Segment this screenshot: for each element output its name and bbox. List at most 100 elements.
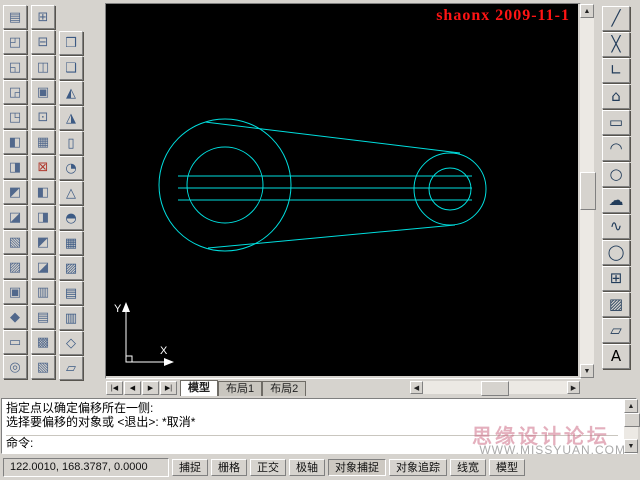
layout2-tab[interactable]: 布局2 xyxy=(262,380,307,396)
ruled-surface-button[interactable]: ▤ xyxy=(59,281,83,305)
insert-block-button[interactable]: ⊞ xyxy=(602,266,630,291)
toolbar-surfaces: ❒ ❑ ◭ ◮ ▯ ◔ △ ◓ ▦ ▨ ▤ ▥ ◇ ▱ xyxy=(59,31,83,380)
ellipse-button[interactable]: ◯ xyxy=(602,240,630,265)
ucs-origin-icon: ⊠ xyxy=(37,159,49,175)
named-ucs-button[interactable]: ▤ xyxy=(31,305,55,329)
ucs-previous-button[interactable]: ◫ xyxy=(31,55,55,79)
ucs-view-icon: ▦ xyxy=(36,134,50,150)
polar-button[interactable]: 极轴 xyxy=(289,458,325,476)
ucs-world-button[interactable]: ⊟ xyxy=(31,30,55,54)
construction-line-button[interactable]: ╳ xyxy=(602,32,630,57)
ucs-x-button[interactable]: ◩ xyxy=(31,230,55,254)
drawing-geometry xyxy=(158,118,487,252)
edge-surface-button[interactable]: ▨ xyxy=(59,256,83,280)
ucs-zaxis-button[interactable]: ◧ xyxy=(31,180,55,204)
ucs-view-button[interactable]: ▦ xyxy=(31,130,55,154)
ucs-3point-button[interactable]: ◨ xyxy=(31,205,55,229)
annotation-text: shaonx 2009-11-1 xyxy=(436,7,570,24)
layout-tab-row: |◀ ◀ ▶ ▶| 模型 布局1 布局2 ◀ ▶ xyxy=(106,379,580,396)
circle-button[interactable]: ○ xyxy=(602,162,630,187)
line-icon: ╱ xyxy=(611,9,621,27)
layout1-tab[interactable]: 布局1 xyxy=(218,380,263,396)
horizontal-scrollbar[interactable]: ◀ ▶ xyxy=(410,381,580,396)
ucs-object-button[interactable]: ⊡ xyxy=(31,105,55,129)
command-scroll-thumb[interactable] xyxy=(624,413,640,427)
pan-button[interactable]: ◆ xyxy=(3,305,27,329)
scroll-down-button[interactable]: ▼ xyxy=(580,364,594,378)
model-space-button[interactable]: 模型 xyxy=(489,458,525,476)
vertical-scroll-thumb[interactable] xyxy=(580,172,596,210)
ne-isometric-button[interactable]: ▧ xyxy=(3,230,27,254)
ucs-z-button[interactable]: ▥ xyxy=(31,280,55,304)
se-isometric-button[interactable]: ◪ xyxy=(3,205,27,229)
model-tab[interactable]: 模型 xyxy=(180,379,218,396)
scroll-right-button[interactable]: ▶ xyxy=(567,381,580,394)
command-scroll-down-button[interactable]: ▼ xyxy=(624,439,638,453)
command-scroll-up-button[interactable]: ▲ xyxy=(624,399,638,413)
polygon-button[interactable]: ⌂ xyxy=(602,84,630,109)
wedge-surface-button[interactable]: ❑ xyxy=(59,56,83,80)
command-prompt[interactable]: 命令: xyxy=(6,435,618,451)
dish-surface-button[interactable]: ◓ xyxy=(59,206,83,230)
box-surface-button[interactable]: ❒ xyxy=(59,31,83,55)
drawing-canvas[interactable]: shaonx 2009-11-1 Y X xyxy=(106,4,578,376)
right-view-button[interactable]: ◳ xyxy=(3,105,27,129)
line-button[interactable]: ╱ xyxy=(602,6,630,31)
ortho-button[interactable]: 正交 xyxy=(250,458,286,476)
named-views-button[interactable]: ▤ xyxy=(3,5,27,29)
cone-surface-button[interactable]: ◭ xyxy=(59,81,83,105)
ucs-face-button[interactable]: ▣ xyxy=(31,80,55,104)
horizontal-scroll-track[interactable] xyxy=(423,381,567,396)
region-button[interactable]: ▱ xyxy=(602,318,630,343)
back-view-button[interactable]: ◨ xyxy=(3,155,27,179)
ucs-origin-button[interactable]: ⊠ xyxy=(31,155,55,179)
lineweight-button[interactable]: 线宽 xyxy=(450,458,486,476)
tab-last-button[interactable]: ▶| xyxy=(160,380,177,395)
sphere-surface-button[interactable]: ◔ xyxy=(59,156,83,180)
tabulated-surface-button[interactable]: ▥ xyxy=(59,306,83,330)
osnap-button[interactable]: 对象捕捉 xyxy=(328,458,386,476)
pyramid-surface-button[interactable]: ◮ xyxy=(59,106,83,130)
planar-surface-button[interactable]: ▱ xyxy=(59,356,83,380)
tab-next-button[interactable]: ▶ xyxy=(142,380,159,395)
snap-button[interactable]: 捕捉 xyxy=(172,458,208,476)
top-view-button[interactable]: ◰ xyxy=(3,30,27,54)
ucs-y-button[interactable]: ◪ xyxy=(31,255,55,279)
left-view-button[interactable]: ◲ xyxy=(3,80,27,104)
horizontal-scroll-thumb[interactable] xyxy=(481,381,509,396)
polyline-button[interactable]: ∟ xyxy=(602,58,630,83)
edge-surface-icon: ▨ xyxy=(64,260,78,276)
command-scrollbar[interactable]: ▲ ▼ xyxy=(624,399,640,453)
ucs-zaxis-icon: ◧ xyxy=(36,184,50,200)
visual-style-button[interactable]: ▧ xyxy=(31,355,55,379)
tab-label: 模型 xyxy=(188,381,210,394)
3d-orbit-button[interactable]: ◎ xyxy=(3,355,27,379)
tab-first-button[interactable]: |◀ xyxy=(106,380,123,395)
command-window[interactable]: 指定点以确定偏移所在一侧: 选择要偏移的对象或 <退出>: *取消* 命令: xyxy=(1,398,637,454)
dome-surface-button[interactable]: △ xyxy=(59,181,83,205)
scroll-up-button[interactable]: ▲ xyxy=(580,4,594,18)
camera-button[interactable]: ▣ xyxy=(3,280,27,304)
zoom-window-button[interactable]: ▭ xyxy=(3,330,27,354)
rectangle-button[interactable]: ▭ xyxy=(602,110,630,135)
sw-isometric-button[interactable]: ◩ xyxy=(3,180,27,204)
otrack-button[interactable]: 对象追踪 xyxy=(389,458,447,476)
cylinder-surface-button[interactable]: ▯ xyxy=(59,131,83,155)
front-view-button[interactable]: ◧ xyxy=(3,130,27,154)
revolved-surface-button[interactable]: ◇ xyxy=(59,331,83,355)
tab-prev-button[interactable]: ◀ xyxy=(124,380,141,395)
vertical-scrollbar[interactable]: ▲ ▼ xyxy=(580,4,596,378)
revision-cloud-button[interactable]: ☁ xyxy=(602,188,630,213)
arc-button[interactable]: ◠ xyxy=(602,136,630,161)
grid-button[interactable]: 栅格 xyxy=(211,458,247,476)
multiline-text-button[interactable]: A xyxy=(602,344,630,369)
spline-button[interactable]: ∿ xyxy=(602,214,630,239)
nw-isometric-button[interactable]: ▨ xyxy=(3,255,27,279)
mesh-surface-button[interactable]: ▦ xyxy=(59,231,83,255)
scroll-left-button[interactable]: ◀ xyxy=(410,381,423,394)
back-view-icon: ◨ xyxy=(8,159,22,175)
ucs-apply-button[interactable]: ▩ xyxy=(31,330,55,354)
hatch-button[interactable]: ▨ xyxy=(602,292,630,317)
bottom-view-button[interactable]: ◱ xyxy=(3,55,27,79)
ucs-button[interactable]: ⊞ xyxy=(31,5,55,29)
